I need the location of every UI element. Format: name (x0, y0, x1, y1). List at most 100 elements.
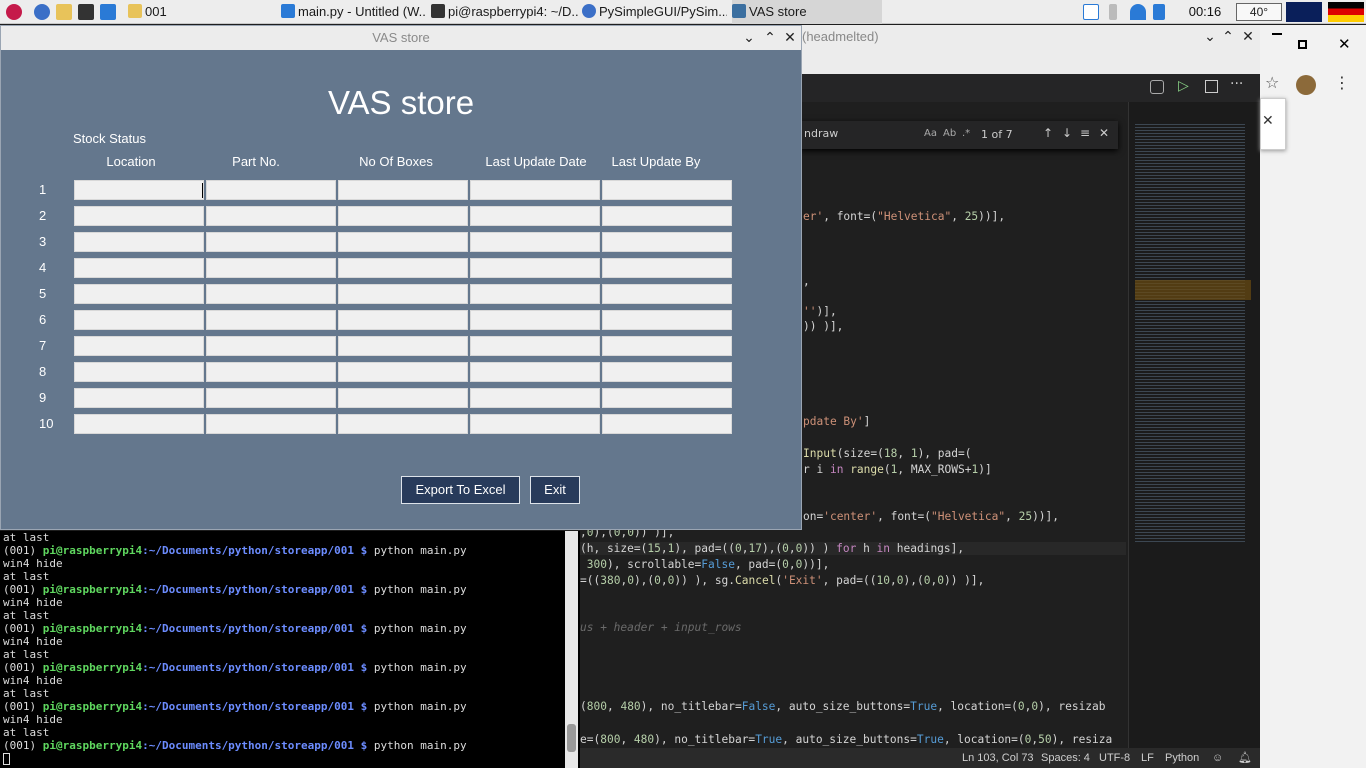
bookmark-star-icon[interactable]: ☆ (1265, 73, 1279, 92)
input-cell[interactable] (470, 362, 600, 382)
input-cell[interactable] (74, 284, 204, 304)
task-vas-store[interactable]: VAS store (732, 0, 882, 24)
vas-titlebar[interactable]: VAS store ⌄ ⌃ ✕ (1, 26, 801, 50)
next-match-icon[interactable]: ↓ (1062, 126, 1072, 140)
input-cell[interactable] (206, 284, 336, 304)
exit-button[interactable]: Exit (530, 476, 580, 504)
find-in-selection-icon[interactable]: ≡ (1080, 126, 1090, 140)
line-ending[interactable]: LF (1141, 748, 1154, 768)
notifications-icon[interactable]: 🔔︎ (1238, 748, 1252, 768)
input-cell[interactable] (206, 310, 336, 330)
cursor-position[interactable]: Ln 103, Col 73 (962, 748, 1034, 768)
input-cell[interactable] (338, 388, 468, 408)
input-cell[interactable] (602, 310, 732, 330)
input-cell[interactable] (74, 180, 204, 200)
input-cell[interactable] (338, 310, 468, 330)
maximize-icon[interactable]: ⌃ (760, 26, 780, 50)
folder-task[interactable]: 001 (128, 0, 268, 24)
clock[interactable]: 00:16 (1180, 0, 1230, 24)
browser-popup[interactable]: ✕ (1260, 98, 1286, 150)
input-cell[interactable] (74, 310, 204, 330)
previous-match-icon[interactable]: ↑ (1043, 126, 1053, 140)
input-cell[interactable] (602, 388, 732, 408)
input-cell[interactable] (206, 180, 336, 200)
task-editor[interactable]: main.py - Untitled (W... (281, 0, 426, 24)
input-cell[interactable] (470, 180, 600, 200)
browser-close-icon[interactable]: ✕ (1338, 35, 1351, 53)
browser-menu-icon[interactable]: ⋮ (1334, 73, 1350, 92)
input-cell[interactable] (602, 336, 732, 356)
browser-minimize-icon[interactable] (1272, 33, 1282, 35)
input-cell[interactable] (206, 232, 336, 252)
diff-icon[interactable] (1150, 80, 1164, 94)
input-cell[interactable] (338, 284, 468, 304)
popup-close-icon[interactable]: ✕ (1262, 113, 1274, 129)
input-cell[interactable] (206, 414, 336, 434)
browser-maximize-icon[interactable] (1298, 40, 1307, 49)
vnc-tray-icon[interactable] (1083, 4, 1099, 20)
input-cell[interactable] (470, 388, 600, 408)
wifi-icon[interactable] (1130, 4, 1146, 20)
regex-icon[interactable]: .* (962, 128, 970, 139)
input-cell[interactable] (602, 180, 732, 200)
volume-icon[interactable] (1153, 4, 1165, 20)
maximize-icon[interactable]: ⌃ (1218, 25, 1238, 49)
input-cell[interactable] (470, 206, 600, 226)
input-cell[interactable] (602, 362, 732, 382)
indentation[interactable]: Spaces: 4 (1041, 748, 1090, 768)
input-cell[interactable] (206, 362, 336, 382)
terminal-scrollbar[interactable] (565, 531, 578, 768)
input-cell[interactable] (338, 206, 468, 226)
match-case-icon[interactable]: Aa (924, 128, 937, 139)
minimize-icon[interactable]: ⌄ (1200, 25, 1220, 49)
input-cell[interactable] (470, 284, 600, 304)
run-icon[interactable]: ▷ (1178, 78, 1189, 94)
input-cell[interactable] (470, 258, 600, 278)
feedback-icon[interactable]: ☺ (1212, 748, 1223, 768)
input-cell[interactable] (338, 362, 468, 382)
close-icon[interactable]: ✕ (1238, 25, 1258, 49)
terminal-window[interactable] (0, 531, 580, 768)
input-cell[interactable] (338, 258, 468, 278)
input-cell[interactable] (602, 414, 732, 434)
close-find-icon[interactable]: ✕ (1099, 126, 1109, 140)
vnc-icon[interactable] (100, 4, 116, 20)
close-icon[interactable]: ✕ (780, 26, 800, 50)
more-actions-icon[interactable]: ··· (1230, 76, 1243, 92)
input-cell[interactable] (74, 258, 204, 278)
terminal-scroll-thumb[interactable] (567, 724, 576, 752)
file-manager-icon[interactable] (56, 4, 72, 20)
bluetooth-icon[interactable] (1109, 4, 1117, 20)
language-mode[interactable]: Python (1165, 748, 1199, 768)
input-cell[interactable] (470, 336, 600, 356)
input-cell[interactable] (74, 388, 204, 408)
input-cell[interactable] (470, 310, 600, 330)
input-cell[interactable] (338, 336, 468, 356)
task-browser[interactable]: PySimpleGUI/PySim... (582, 0, 727, 24)
profile-avatar[interactable] (1296, 75, 1316, 95)
input-cell[interactable] (206, 206, 336, 226)
input-cell[interactable] (206, 388, 336, 408)
input-cell[interactable] (338, 232, 468, 252)
input-cell[interactable] (338, 180, 468, 200)
terminal-launcher-icon[interactable] (78, 4, 94, 20)
input-cell[interactable] (470, 232, 600, 252)
input-cell[interactable] (338, 414, 468, 434)
input-cell[interactable] (602, 258, 732, 278)
input-cell[interactable] (74, 206, 204, 226)
whole-word-icon[interactable]: Ab (943, 128, 956, 139)
input-cell[interactable] (470, 414, 600, 434)
input-cell[interactable] (602, 206, 732, 226)
minimap[interactable] (1128, 102, 1260, 748)
input-cell[interactable] (602, 284, 732, 304)
export-to-excel-button[interactable]: Export To Excel (401, 476, 520, 504)
input-cell[interactable] (74, 336, 204, 356)
input-cell[interactable] (206, 258, 336, 278)
keyboard-layout-icon[interactable] (1328, 2, 1364, 22)
find-input[interactable]: ndraw (804, 127, 838, 140)
browser-launcher-icon[interactable] (34, 4, 50, 20)
split-editor-icon[interactable] (1205, 80, 1218, 93)
input-cell[interactable] (74, 362, 204, 382)
input-cell[interactable] (74, 414, 204, 434)
find-widget[interactable]: ndraw Aa Ab .* 1 of 7 ↑ ↓ ≡ ✕ (800, 121, 1118, 149)
